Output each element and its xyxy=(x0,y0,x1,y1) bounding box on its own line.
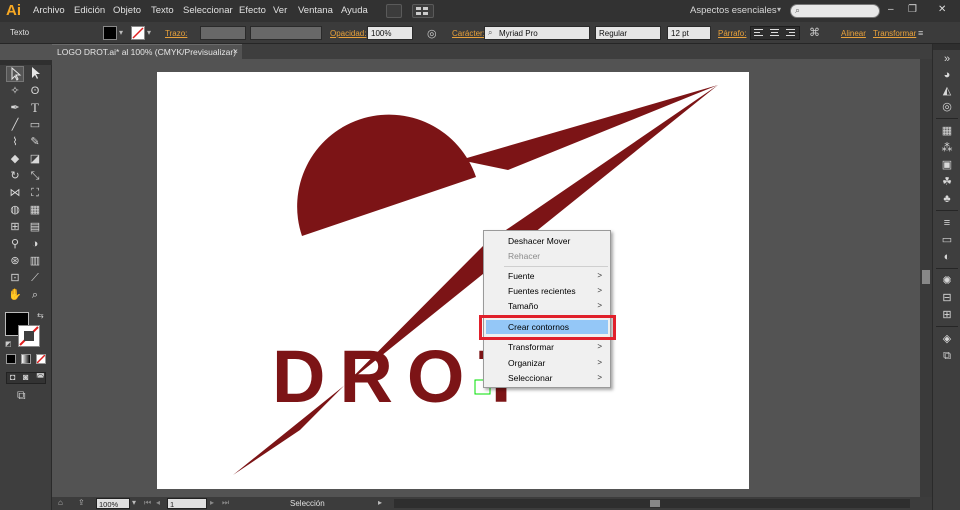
stroke-panel-icon[interactable]: ≡ xyxy=(939,216,955,230)
submenu-arrow-icon: > xyxy=(597,358,602,367)
menu-item-tamano[interactable]: Tamaño > xyxy=(486,299,608,313)
collapse-panels-icon[interactable]: » xyxy=(939,52,955,66)
menu-item-label: Fuentes recientes xyxy=(508,286,576,296)
transform-panel-icon[interactable]: ⊞ xyxy=(939,308,955,322)
dock-separator xyxy=(936,268,958,269)
dock-grip[interactable] xyxy=(933,44,960,50)
last-page-icon[interactable]: ⏭ xyxy=(222,498,229,508)
submenu-arrow-icon: > xyxy=(597,373,602,382)
menu-item-transformar[interactable]: Transformar > xyxy=(486,340,608,354)
status-text[interactable]: Selección xyxy=(290,499,325,508)
menu-item-rehacer: Rehacer xyxy=(486,249,608,263)
menu-item-organizar[interactable]: Organizar > xyxy=(486,356,608,370)
menu-item-label: Fuente xyxy=(508,271,535,281)
menu-item-deshacer-mover[interactable]: Deshacer Mover xyxy=(486,234,608,248)
dock-separator xyxy=(936,326,958,327)
color-guide-icon[interactable]: ◭ xyxy=(939,84,955,98)
zoom-field[interactable]: 100% xyxy=(96,498,130,509)
menu-item-fuentes-recientes[interactable]: Fuentes recientes > xyxy=(486,284,608,298)
highlight-callout xyxy=(479,315,616,340)
transparency-icon[interactable]: ◐ xyxy=(939,250,955,264)
chevron-down-icon[interactable]: ▾ xyxy=(132,498,136,507)
next-page-icon[interactable]: ▸ xyxy=(210,498,214,507)
dock-separator xyxy=(936,118,958,119)
gradient-panel-icon[interactable]: ▭ xyxy=(939,233,955,247)
logo-artwork[interactable]: DROT xyxy=(0,0,960,510)
align-panel-icon[interactable]: ⊟ xyxy=(939,291,955,305)
graphic-styles-icon[interactable]: ☘ xyxy=(939,175,955,189)
menu-item-seleccionar[interactable]: Seleccionar > xyxy=(486,371,608,385)
menu-separator xyxy=(504,266,608,267)
swatches-icon[interactable]: ▦ xyxy=(939,124,955,138)
appearance-icon[interactable]: ♣ xyxy=(939,192,955,206)
submenu-arrow-icon: > xyxy=(597,301,602,310)
context-menu: Deshacer Mover Rehacer Fuente > Fuentes … xyxy=(483,230,611,388)
artboards-icon[interactable]: ⧉ xyxy=(939,349,955,363)
horizontal-scroll-thumb[interactable] xyxy=(650,500,660,507)
menu-item-label: Tamaño xyxy=(508,301,539,311)
panel-dock: » ◕ ◭ ◎ ▦ ⁂ ▣ ☘ ♣ ≡ ▭ ◐ ✺ ⊟ ⊞ ◈ ⧉ xyxy=(932,44,960,510)
color-panel-icon[interactable]: ◕ xyxy=(939,68,955,82)
status-menu-icon[interactable]: ▸ xyxy=(378,498,382,507)
swoosh-top-shape xyxy=(460,85,718,170)
brushes-icon[interactable]: ⁂ xyxy=(939,141,955,155)
dock-separator xyxy=(936,210,958,211)
first-page-icon[interactable]: ⏮ xyxy=(144,498,151,508)
prev-page-icon[interactable]: ◂ xyxy=(156,498,160,507)
symbols-icon[interactable]: ▣ xyxy=(939,158,955,172)
submenu-arrow-icon: > xyxy=(597,342,602,351)
page-field[interactable]: 1 xyxy=(167,498,207,509)
semicircle-shape xyxy=(297,114,476,236)
status-bar: ⌂ ⇪ 100% ▾ ⏮ ◂ 1 ▸ ⏭ Selección ▸ xyxy=(52,497,932,510)
menu-item-label: Deshacer Mover xyxy=(508,236,571,246)
menu-item-label: Rehacer xyxy=(508,251,541,261)
submenu-arrow-icon: > xyxy=(597,271,602,280)
menu-item-label: Seleccionar xyxy=(508,373,553,383)
vertical-scroll-thumb[interactable] xyxy=(922,270,930,284)
menu-item-fuente[interactable]: Fuente > xyxy=(486,269,608,283)
share-icon[interactable]: ⇪ xyxy=(78,498,85,507)
submenu-arrow-icon: > xyxy=(597,286,602,295)
appearance-panel-icon[interactable]: ✺ xyxy=(939,274,955,288)
menu-item-label: Organizar xyxy=(508,358,546,368)
layers-icon[interactable]: ◈ xyxy=(939,332,955,346)
kuler-icon[interactable]: ◎ xyxy=(939,100,955,114)
status-icon[interactable]: ⌂ xyxy=(58,498,63,507)
menu-item-label: Transformar xyxy=(508,342,554,352)
